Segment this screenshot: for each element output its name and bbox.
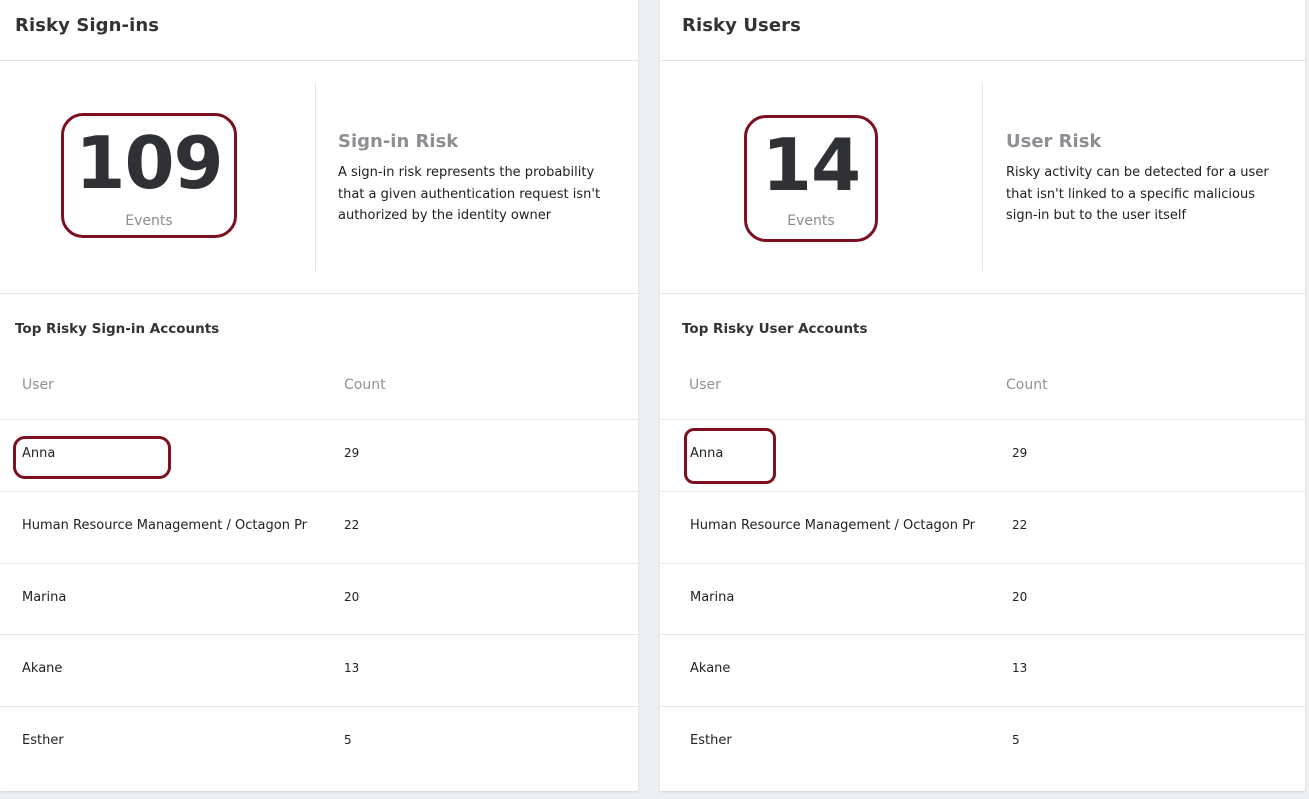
user-cell[interactable]: Marina xyxy=(22,590,314,605)
events-stat[interactable]: 14 Events xyxy=(744,115,878,242)
user-cell[interactable]: Anna xyxy=(690,446,980,461)
table-row[interactable]: Esther 5 xyxy=(0,706,638,778)
events-label: Events xyxy=(125,213,173,229)
user-cell[interactable]: Human Resource Management / Octagon Pr xyxy=(22,518,316,533)
column-header-count[interactable]: Count xyxy=(1006,377,1048,393)
section-title: Top Risky User Accounts xyxy=(682,321,868,337)
table-row[interactable]: Anna 29 xyxy=(660,419,1305,491)
table-row[interactable]: Marina 20 xyxy=(660,563,1305,635)
user-cell[interactable]: Anna xyxy=(22,446,314,461)
risk-description: A sign-in risk represents the probabilit… xyxy=(338,165,601,223)
count-cell: 29 xyxy=(344,446,360,460)
user-cell[interactable]: Esther xyxy=(22,733,314,748)
table-row[interactable]: Akane 13 xyxy=(660,634,1305,706)
count-cell: 20 xyxy=(1012,590,1028,604)
column-header-user[interactable]: User xyxy=(689,377,721,393)
divider xyxy=(315,83,316,271)
events-count: 14 xyxy=(761,123,861,207)
count-cell: 20 xyxy=(344,590,360,604)
table-row[interactable]: Esther 5 xyxy=(660,706,1305,778)
events-stat[interactable]: 109 Events xyxy=(61,113,237,238)
count-cell: 5 xyxy=(344,733,352,747)
events-label: Events xyxy=(787,213,835,229)
user-cell[interactable]: Marina xyxy=(690,590,980,605)
risk-title: User Risk xyxy=(1006,131,1102,152)
risk-title: Sign-in Risk xyxy=(338,131,459,152)
user-cell[interactable]: Akane xyxy=(22,661,314,676)
count-cell: 13 xyxy=(1012,661,1028,675)
table-row[interactable]: Marina 20 xyxy=(0,563,638,635)
user-cell[interactable]: Akane xyxy=(690,661,980,676)
column-header-count[interactable]: Count xyxy=(344,377,386,393)
table-row[interactable]: Human Resource Management / Octagon Pr 2… xyxy=(0,491,638,563)
user-cell[interactable]: Human Resource Management / Octagon Pr xyxy=(690,518,983,533)
divider xyxy=(660,60,1305,61)
count-cell: 29 xyxy=(1012,446,1028,460)
count-cell: 13 xyxy=(344,661,360,675)
count-cell: 22 xyxy=(1012,518,1028,532)
divider xyxy=(0,60,638,61)
table-row[interactable]: Anna 29 xyxy=(0,419,638,491)
table-row[interactable]: Human Resource Management / Octagon Pr 2… xyxy=(660,491,1305,563)
risky-users-panel: Risky Users 14 Events User Risk Risky ac… xyxy=(660,0,1305,791)
divider xyxy=(982,83,983,271)
divider xyxy=(660,293,1305,294)
divider xyxy=(0,293,638,294)
column-header-user[interactable]: User xyxy=(22,377,54,393)
count-cell: 5 xyxy=(1012,733,1020,747)
section-title: Top Risky Sign-in Accounts xyxy=(15,321,220,337)
count-cell: 22 xyxy=(344,518,360,532)
user-cell[interactable]: Esther xyxy=(690,733,980,748)
risky-signins-panel: Risky Sign-ins 109 Events Sign-in Risk A… xyxy=(0,0,638,791)
events-count: 109 xyxy=(75,121,223,205)
panel-title: Risky Sign-ins xyxy=(15,15,160,36)
panel-title: Risky Users xyxy=(682,15,801,36)
table-row[interactable]: Akane 13 xyxy=(0,634,638,706)
risk-description: Risky activity can be detected for a use… xyxy=(1006,165,1269,223)
